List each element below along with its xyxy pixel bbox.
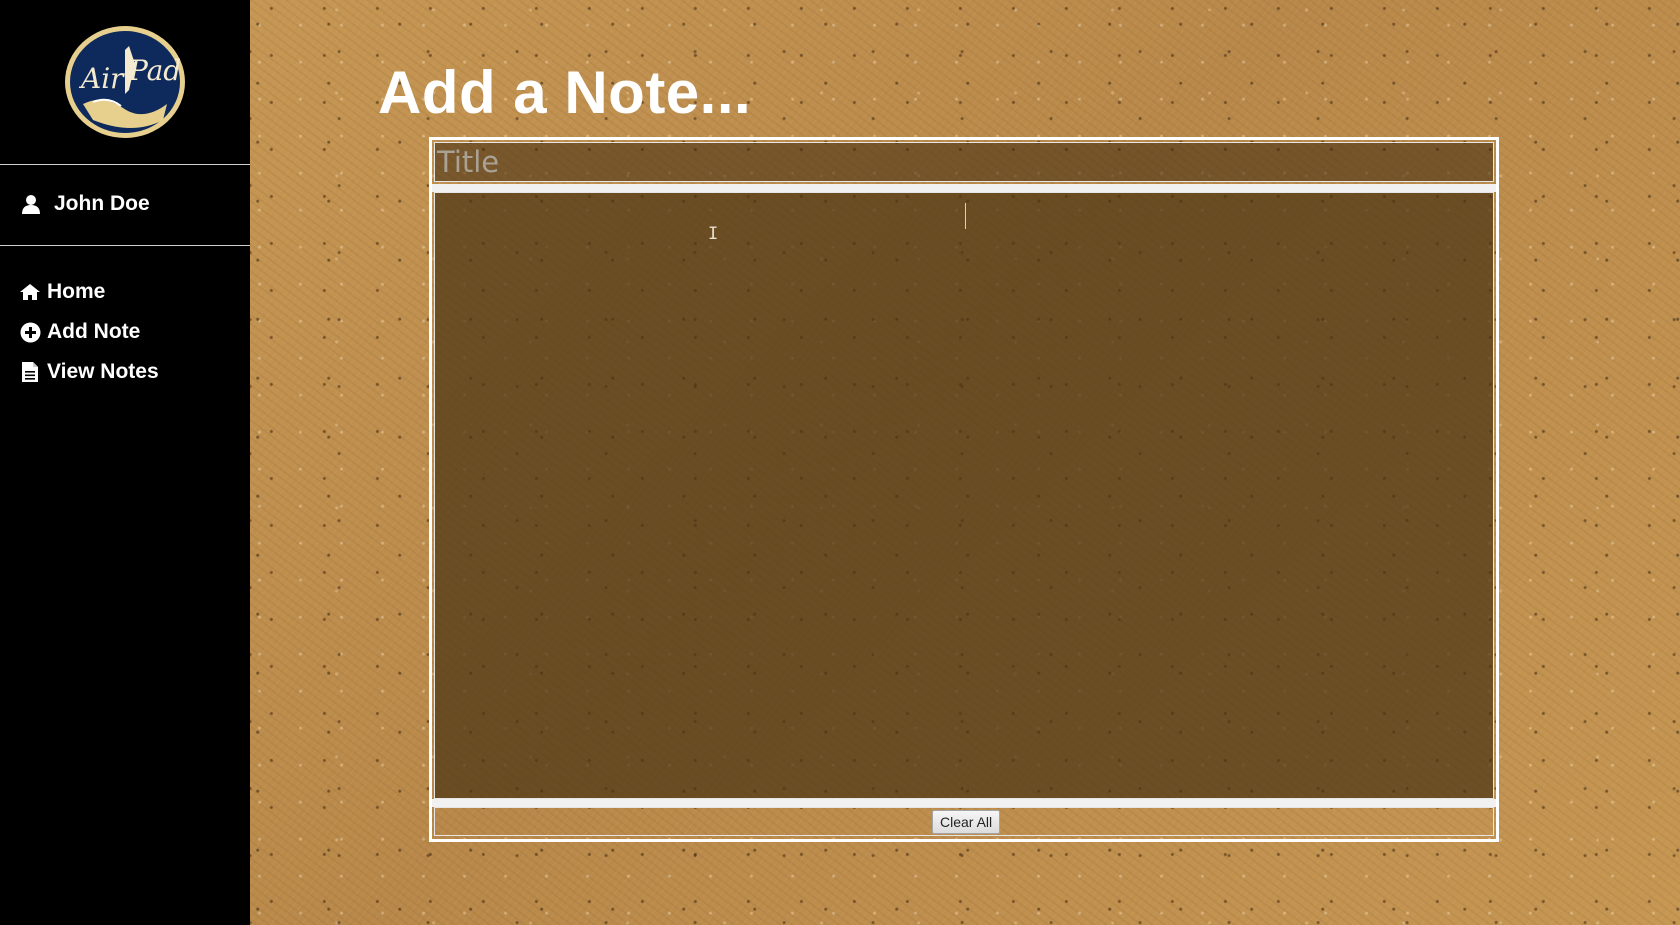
sidebar-divider — [0, 164, 250, 165]
form-separator — [432, 184, 1496, 192]
plus-circle-icon — [19, 321, 41, 343]
clear-all-button[interactable]: Clear All — [932, 810, 1001, 834]
ibeam-cursor-icon: I — [708, 224, 719, 244]
note-body-textarea[interactable] — [434, 192, 1494, 799]
nav-item-label: Home — [47, 280, 106, 303]
form-actions: Clear All — [434, 807, 1494, 836]
user-icon — [20, 193, 42, 215]
sidebar-nav: Home Add Note View Notes — [19, 272, 159, 392]
user-name: John Doe — [54, 192, 150, 215]
nav-item-label: View Notes — [47, 360, 159, 383]
svg-text:Pad: Pad — [128, 54, 181, 87]
nav-item-add-note[interactable]: Add Note — [19, 312, 159, 352]
sidebar: Air Pad John Doe Home Add Note View Note… — [0, 0, 250, 925]
nav-item-view-notes[interactable]: View Notes — [19, 352, 159, 392]
form-separator — [432, 799, 1496, 807]
add-note-form: I Clear All — [429, 137, 1499, 842]
nav-item-label: Add Note — [47, 320, 141, 343]
page-title: Add a Note... — [378, 59, 752, 126]
airpad-logo[interactable]: Air Pad — [63, 24, 187, 140]
home-icon — [19, 281, 41, 303]
sidebar-divider — [0, 245, 250, 246]
svg-text:Air: Air — [78, 62, 125, 95]
nav-item-home[interactable]: Home — [19, 272, 159, 312]
note-title-input[interactable] — [434, 142, 1494, 182]
text-caret — [965, 203, 966, 229]
user-profile[interactable]: John Doe — [20, 192, 150, 216]
document-icon — [19, 361, 41, 383]
